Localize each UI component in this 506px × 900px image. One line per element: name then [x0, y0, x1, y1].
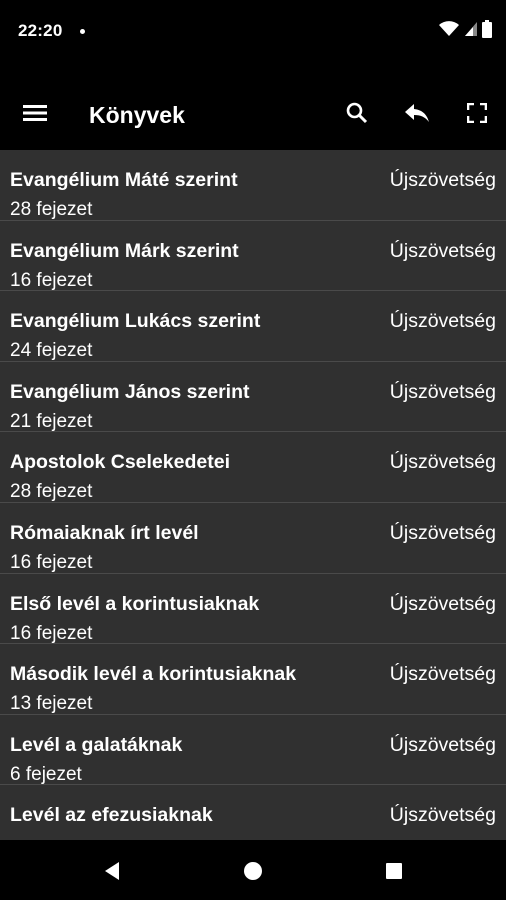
wifi-icon [439, 21, 459, 36]
book-title: Második levél a korintusiaknak [10, 663, 297, 686]
status-time: 22:20 [18, 21, 63, 40]
book-title: Evangélium János szerint [10, 380, 250, 403]
recents-square-icon [386, 863, 402, 879]
search-icon [346, 102, 368, 124]
book-title: Evangélium Lukács szerint [10, 310, 261, 333]
home-circle-icon [244, 862, 262, 880]
system-nav-bar [0, 840, 506, 900]
list-item[interactable]: Evangélium Lukács szerint 24 fejezet Újs… [0, 291, 506, 362]
status-bar: 22:20 [0, 0, 506, 62]
chapter-count: 16 fejezet [10, 269, 93, 291]
chapter-count: 28 fejezet [10, 199, 93, 220]
recents-button[interactable] [376, 853, 412, 889]
testament-label: Újszövetség [389, 169, 496, 191]
chapter-count: 24 fejezet [10, 340, 93, 362]
list-item[interactable]: Második levél a korintusiaknak 13 fejeze… [0, 644, 506, 715]
status-icons [438, 20, 492, 38]
app-bar: Könyvek [0, 62, 506, 150]
list-item[interactable]: Rómaiaknak írt levél 16 fejezet Újszövet… [0, 503, 506, 574]
chapter-count: 16 fejezet [10, 622, 93, 644]
testament-label: Újszövetség [389, 733, 496, 756]
reply-button[interactable] [396, 92, 438, 134]
testament-label: Újszövetség [389, 521, 496, 544]
testament-label: Újszövetség [389, 310, 496, 333]
book-title: Rómaiaknak írt levél [10, 521, 199, 544]
book-list[interactable]: Evangélium Máté szerint 28 fejezet Újszö… [0, 150, 506, 840]
list-item[interactable]: Evangélium Máté szerint 28 fejezet Újszö… [0, 150, 506, 221]
menu-button[interactable] [14, 92, 56, 134]
testament-label: Újszövetség [389, 380, 496, 403]
book-title: Apostolok Cselekedetei [10, 451, 230, 474]
book-title: Levél a galatáknak [10, 733, 183, 756]
back-button[interactable] [94, 853, 130, 889]
signal-icon [465, 22, 477, 36]
fullscreen-icon [467, 103, 487, 123]
testament-label: Újszövetség [389, 239, 496, 262]
search-button[interactable] [336, 92, 378, 134]
chapter-count: 6 fejezet [10, 763, 82, 785]
battery-icon [482, 20, 492, 38]
book-title: Levél az efezusiaknak [10, 804, 213, 827]
list-item[interactable]: Első levél a korintusiaknak 16 fejezet Ú… [0, 574, 506, 645]
chapter-count: 16 fejezet [10, 551, 93, 573]
testament-label: Újszövetség [389, 451, 496, 474]
back-triangle-icon [105, 862, 119, 880]
menu-icon [23, 105, 47, 121]
book-title: Evangélium Máté szerint [10, 169, 238, 191]
list-item[interactable]: Levél a galatáknak 6 fejezet Újszövetség [0, 715, 506, 786]
testament-label: Újszövetség [389, 804, 496, 827]
chapter-count: 13 fejezet [10, 693, 93, 715]
book-title: Evangélium Márk szerint [10, 239, 239, 262]
testament-label: Újszövetség [389, 592, 496, 615]
chapter-count: 28 fejezet [10, 481, 93, 503]
list-item[interactable]: Evangélium János szerint 21 fejezet Újsz… [0, 362, 506, 433]
page-title: Könyvek [89, 102, 185, 128]
list-item[interactable]: Evangélium Márk szerint 16 fejezet Újszö… [0, 221, 506, 292]
testament-label: Újszövetség [389, 663, 496, 686]
chapter-count: 21 fejezet [10, 410, 93, 432]
book-title: Első levél a korintusiaknak [10, 592, 260, 615]
list-item[interactable]: Levél az efezusiaknak Újszövetség [0, 785, 506, 840]
home-button[interactable] [235, 853, 271, 889]
list-item[interactable]: Apostolok Cselekedetei 28 fejezet Újszöv… [0, 432, 506, 503]
reply-icon [405, 104, 429, 122]
notification-dot-icon [80, 29, 85, 34]
fullscreen-button[interactable] [456, 92, 498, 134]
